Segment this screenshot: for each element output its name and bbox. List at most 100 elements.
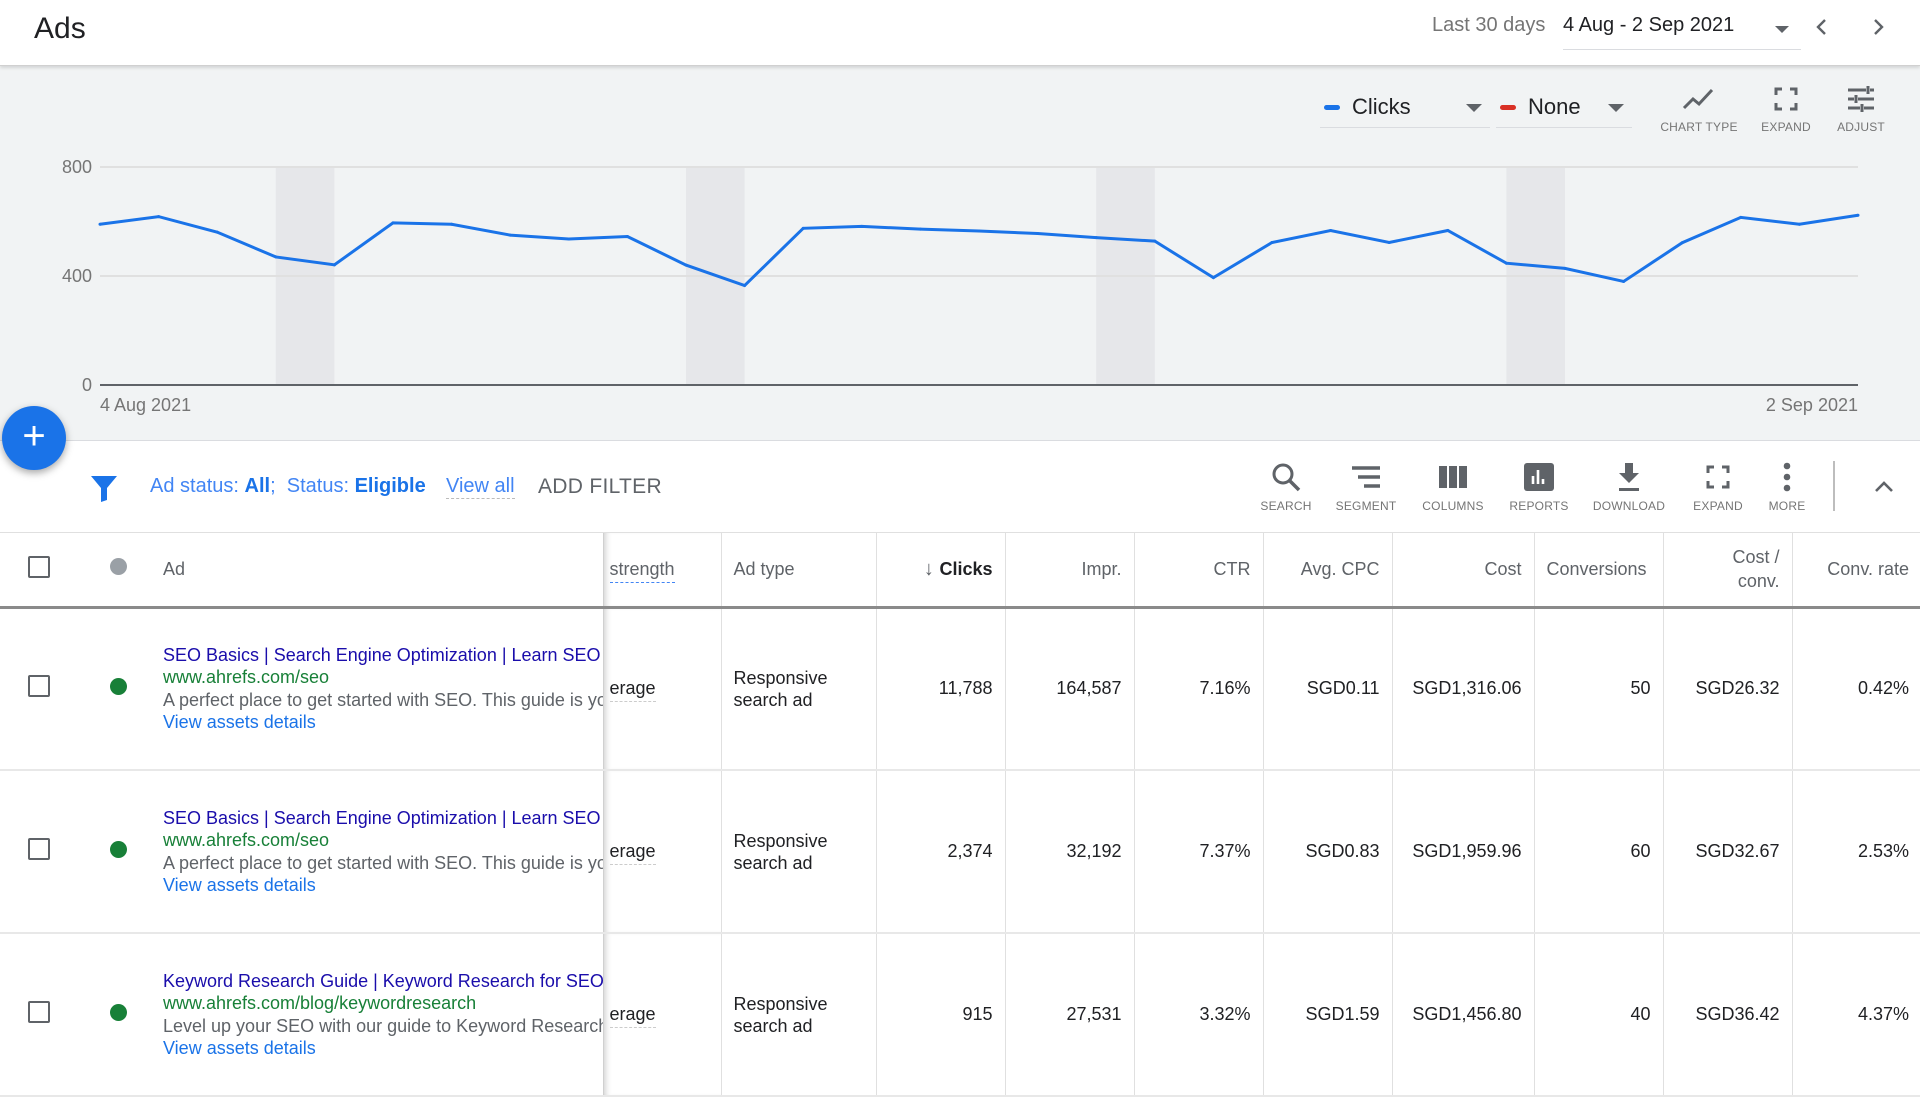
- ad-headline[interactable]: SEO Basics | Search Engine Optimization …: [163, 808, 601, 828]
- cost-cell: SGD1,456.80: [1392, 933, 1535, 1097]
- page-title: Ads: [34, 12, 86, 45]
- ad-display-url: www.ahrefs.com/seo: [163, 830, 330, 850]
- view-all-filters-link[interactable]: View all: [446, 475, 515, 499]
- data-point: [508, 233, 512, 237]
- data-point: [918, 227, 922, 231]
- impressions-cell: 27,531: [1005, 933, 1135, 1097]
- select-all-checkbox[interactable]: [28, 555, 50, 578]
- search-icon: [1272, 463, 1301, 492]
- data-point: [1094, 236, 1098, 240]
- ad-description: A perfect place to get started with SEO.…: [163, 852, 602, 873]
- y-tick-label: 800: [62, 157, 92, 177]
- column-header-conversions[interactable]: Conversions: [1534, 533, 1664, 609]
- view-assets-details-link[interactable]: View assets details: [163, 875, 316, 895]
- ad-display-url: www.ahrefs.com/seo: [163, 667, 330, 688]
- data-point: [801, 226, 805, 230]
- data-point: [1856, 213, 1860, 217]
- add-filter-button[interactable]: ADD FILTER: [538, 475, 662, 499]
- column-header-ad-type[interactable]: Ad type: [721, 533, 877, 609]
- conv-rate-cell: 2.53%: [1792, 770, 1920, 934]
- reports-button[interactable]: REPORTS: [1504, 461, 1574, 513]
- data-point: [391, 221, 395, 225]
- date-range-label: Last 30 days: [1432, 14, 1546, 36]
- more-vert-icon: [1783, 462, 1791, 492]
- view-assets-details-link[interactable]: View assets details: [163, 712, 316, 732]
- data-point: [1680, 241, 1684, 245]
- segment-icon: [1352, 466, 1380, 488]
- status-dot-icon: [110, 558, 127, 576]
- data-point: [567, 237, 571, 241]
- ad-status-value: All: [244, 475, 271, 497]
- cost-cell: SGD1,316.06: [1392, 607, 1535, 771]
- table-expand-button[interactable]: EXPAND: [1686, 461, 1750, 513]
- ctr-cell: 7.16%: [1134, 607, 1264, 771]
- ad-display-url: www.ahrefs.com/blog/keywordresearch: [163, 993, 477, 1013]
- row-status-cell: [80, 933, 136, 1097]
- row-select-cell: [0, 933, 80, 1097]
- column-header-cost-per-conv[interactable]: Cost / conv.: [1663, 533, 1793, 609]
- column-header-impressions[interactable]: Impr.: [1005, 533, 1135, 609]
- ad-headline[interactable]: Keyword Research Guide | Keyword Researc…: [163, 971, 602, 991]
- data-point: [1622, 279, 1626, 283]
- status-eligible-icon: [110, 1003, 127, 1021]
- table-row[interactable]: SEO Basics | Search Engine Optimization …: [0, 607, 1920, 771]
- impressions-cell: 164,587: [1005, 607, 1135, 771]
- data-point: [1153, 239, 1157, 243]
- toolbar-divider: [1833, 461, 1835, 511]
- row-checkbox[interactable]: [28, 1001, 50, 1023]
- ad-strength-cell: erage: [603, 607, 722, 771]
- ad-preview-cell: Keyword Research Guide | Keyword Researc…: [136, 933, 604, 1097]
- column-header-clicks[interactable]: ↓ Clicks: [876, 533, 1006, 609]
- x-tick-label-end: 2 Sep 2021: [1766, 395, 1858, 415]
- impressions-cell: 32,192: [1005, 770, 1135, 934]
- table-row[interactable]: SEO Basics | Search Engine Optimization …: [0, 770, 1920, 934]
- date-range-select[interactable]: 4 Aug - 2 Sep 2021: [1563, 10, 1801, 50]
- search-button[interactable]: SEARCH: [1256, 461, 1316, 513]
- previous-period-button[interactable]: [1806, 12, 1838, 44]
- more-options-button[interactable]: MORE: [1762, 461, 1812, 513]
- clicks-cell: 11,788: [876, 607, 1006, 771]
- columns-icon: [1439, 466, 1467, 488]
- next-period-button[interactable]: [1862, 12, 1894, 44]
- columns-button[interactable]: COLUMNS: [1416, 461, 1490, 513]
- status-eligible-icon: [110, 677, 127, 695]
- conv-rate-cell: 4.37%: [1792, 933, 1920, 1097]
- column-header-strength[interactable]: strength: [603, 533, 722, 609]
- add-ad-button[interactable]: +: [2, 406, 66, 470]
- status-value: Eligible: [354, 475, 426, 497]
- column-header-ctr[interactable]: CTR: [1134, 533, 1264, 609]
- row-select-cell: [0, 607, 80, 771]
- data-point: [1211, 276, 1215, 280]
- column-header-conv-rate[interactable]: Conv. rate: [1792, 533, 1920, 609]
- y-tick-label: 400: [62, 266, 92, 286]
- select-all-cell: [0, 533, 80, 609]
- avg-cpc-cell: SGD0.11: [1263, 607, 1393, 771]
- column-header-ad[interactable]: Ad: [136, 533, 604, 609]
- segment-button[interactable]: SEGMENT: [1332, 461, 1400, 513]
- filter-funnel-icon: [91, 476, 117, 502]
- view-assets-details-link[interactable]: View assets details: [163, 1038, 316, 1058]
- column-header-cost[interactable]: Cost: [1392, 533, 1535, 609]
- table-row[interactable]: Keyword Research Guide | Keyword Researc…: [0, 933, 1920, 1097]
- ad-headline[interactable]: SEO Basics | Search Engine Optimization …: [163, 645, 601, 665]
- collapse-button[interactable]: [1868, 471, 1900, 503]
- data-point: [450, 222, 454, 226]
- data-point: [1797, 222, 1801, 226]
- status-eligible-icon: [110, 840, 127, 858]
- row-select-cell: [0, 770, 80, 934]
- data-point: [215, 230, 219, 234]
- row-checkbox[interactable]: [28, 838, 50, 860]
- row-checkbox[interactable]: [28, 675, 50, 698]
- row-status-cell: [80, 770, 136, 934]
- clicks-cell: 915: [876, 933, 1006, 1097]
- ad-type-cell: Responsive search ad: [721, 933, 877, 1097]
- ad-type-cell: Responsive search ad: [721, 607, 877, 771]
- x-tick-label-start: 4 Aug 2021: [100, 395, 191, 415]
- column-header-avg-cpc[interactable]: Avg. CPC: [1263, 533, 1393, 609]
- conversions-cell: 60: [1534, 770, 1664, 934]
- download-button[interactable]: DOWNLOAD: [1588, 461, 1670, 513]
- ad-description: Level up your SEO with our guide to Keyw…: [163, 1015, 602, 1036]
- data-point: [1739, 215, 1743, 219]
- clicks-series-line: [99, 213, 1859, 288]
- active-filters[interactable]: Ad status: All; Status: Eligible: [150, 475, 426, 498]
